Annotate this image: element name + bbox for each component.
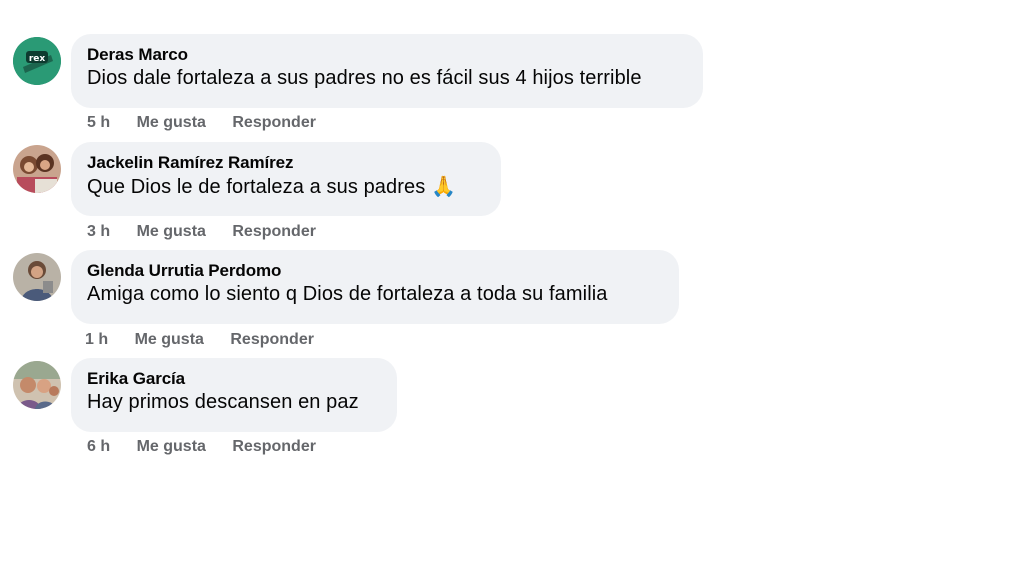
- comment-bubble: Glenda Urrutia Perdomo Amiga como lo sie…: [71, 250, 679, 324]
- comment-text: Amiga como lo siento q Dios de fortaleza…: [87, 281, 662, 307]
- avatar-image: [13, 253, 61, 301]
- comment-timestamp[interactable]: 6 h: [87, 437, 110, 457]
- like-button[interactable]: Me gusta: [137, 113, 206, 133]
- like-button[interactable]: Me gusta: [137, 222, 206, 242]
- comment-actions: 6 h Me gusta Responder: [87, 437, 316, 457]
- reply-button[interactable]: Responder: [232, 437, 316, 457]
- comment-text-body: Hay primos descansen en paz: [87, 391, 359, 413]
- avatar-image: [13, 145, 61, 193]
- comment-timestamp[interactable]: 3 h: [87, 222, 110, 242]
- avatar[interactable]: rex: [13, 37, 61, 85]
- comment-actions: 3 h Me gusta Responder: [87, 222, 316, 242]
- avatar-image: [13, 361, 61, 409]
- comment-actions: 1 h Me gusta Responder: [85, 330, 314, 350]
- comment-text: Hay primos descansen en paz: [87, 389, 380, 415]
- comment-text: Dios dale fortaleza a sus padres no es f…: [87, 65, 686, 91]
- avatar[interactable]: [13, 361, 61, 409]
- like-button[interactable]: Me gusta: [135, 330, 204, 350]
- comment-bubble: Jackelin Ramírez Ramírez Que Dios le de …: [71, 142, 501, 216]
- reply-button[interactable]: Responder: [232, 113, 316, 133]
- comment-text-body: Dios dale fortaleza a sus padres no es f…: [87, 67, 642, 89]
- reply-button[interactable]: Responder: [230, 330, 314, 350]
- comment-text-body: Que Dios le de fortaleza a sus padres: [87, 176, 426, 198]
- reply-button[interactable]: Responder: [232, 222, 316, 242]
- avatar[interactable]: [13, 253, 61, 301]
- avatar[interactable]: [13, 145, 61, 193]
- like-button[interactable]: Me gusta: [137, 437, 206, 457]
- praying-hands-emoji: 🙏: [431, 174, 457, 198]
- svg-text:rex: rex: [29, 54, 46, 64]
- comment-actions: 5 h Me gusta Responder: [87, 113, 316, 133]
- avatar-image: rex: [13, 37, 61, 85]
- comment-timestamp[interactable]: 5 h: [87, 113, 110, 133]
- comment-timestamp[interactable]: 1 h: [85, 330, 108, 350]
- comment-text-body: Amiga como lo siento q Dios de fortaleza…: [87, 283, 608, 305]
- comment-bubble: Deras Marco Dios dale fortaleza a sus pa…: [71, 34, 703, 108]
- comment-author[interactable]: Glenda Urrutia Perdomo: [87, 261, 662, 281]
- comment-text: Que Dios le de fortaleza a sus padres 🙏: [87, 173, 484, 200]
- comment-author[interactable]: Erika García: [87, 369, 380, 389]
- comment-bubble: Erika García Hay primos descansen en paz: [71, 358, 397, 432]
- comment-author[interactable]: Deras Marco: [87, 45, 686, 65]
- comment-author[interactable]: Jackelin Ramírez Ramírez: [87, 153, 484, 173]
